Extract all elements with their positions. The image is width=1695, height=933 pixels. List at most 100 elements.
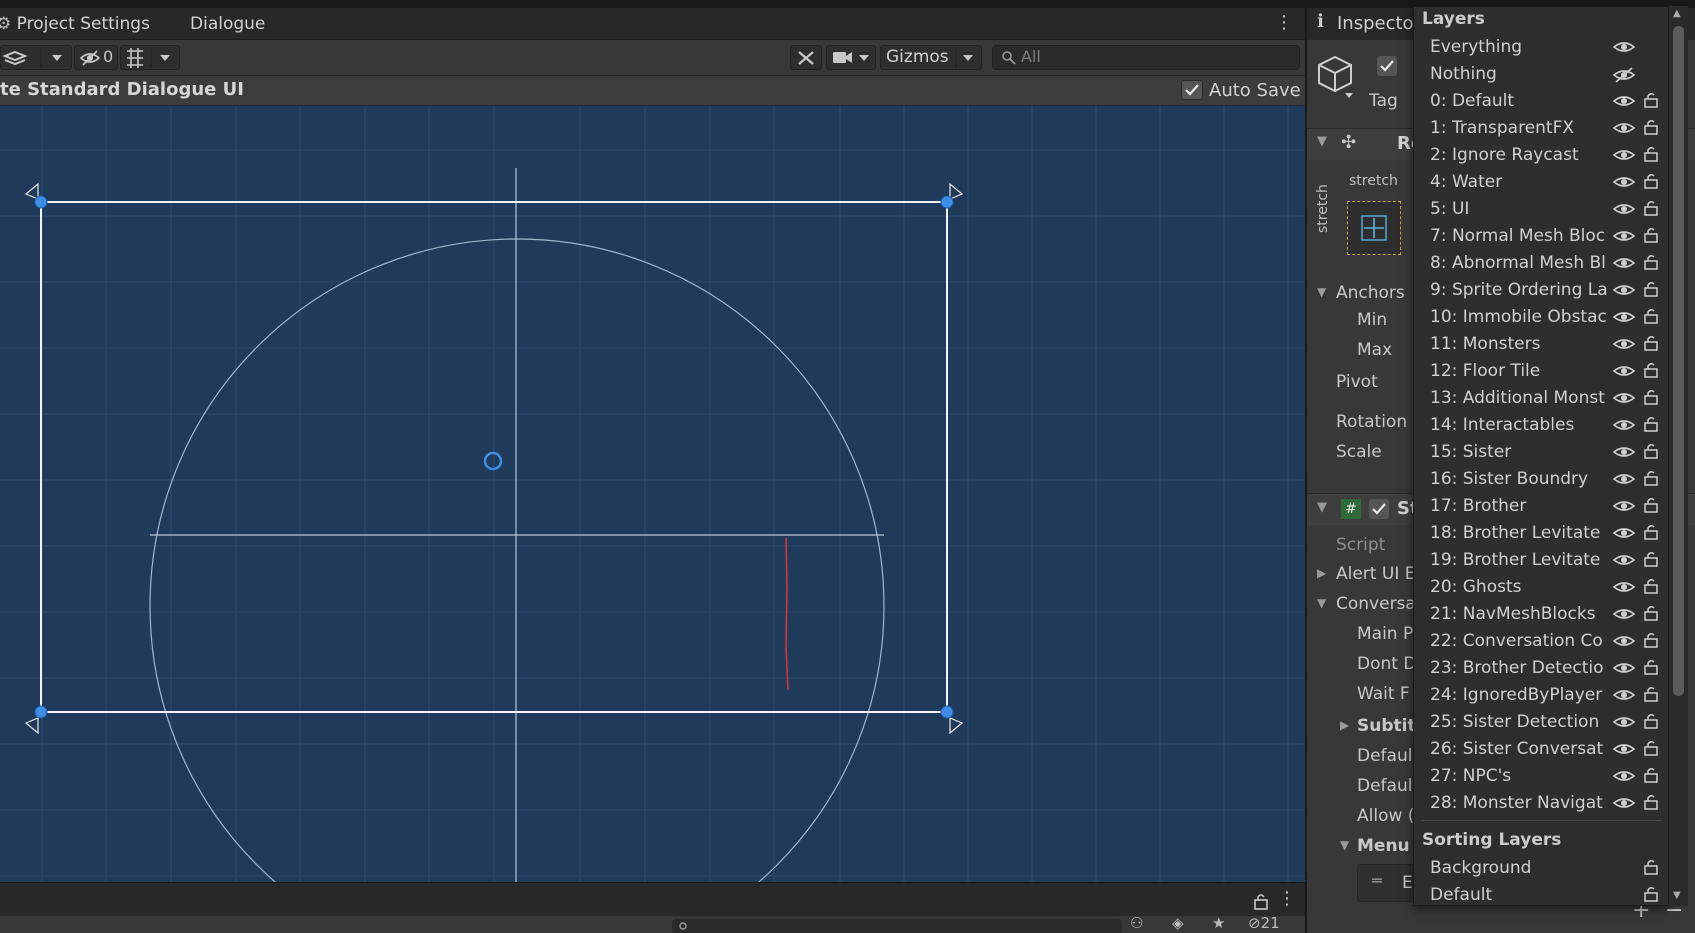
layer-item[interactable]: 23: Brother Detectio [1416, 655, 1664, 682]
layer-item[interactable]: 24: IgnoredByPlayer [1416, 682, 1664, 709]
eye-icon[interactable] [1613, 40, 1635, 54]
lock-icon[interactable] [1644, 281, 1658, 297]
lock-icon[interactable] [1644, 497, 1658, 513]
scene-search-input[interactable]: All [992, 45, 1300, 70]
hierarchy-filter-icon[interactable]: ⚇ [1130, 914, 1143, 932]
tab-project-settings[interactable]: ⚙ Project Settings [0, 8, 150, 40]
eye-icon[interactable] [1613, 418, 1635, 432]
hidden-objects-toggle[interactable]: 0 [74, 45, 118, 70]
layer-item[interactable]: 16: Sister Boundry [1416, 466, 1664, 493]
layer-item[interactable]: 27: NPC's [1416, 763, 1664, 790]
project-search-input[interactable] [672, 919, 1122, 933]
eye-icon[interactable] [1613, 229, 1635, 243]
camera-dropdown[interactable] [826, 45, 876, 70]
lock-icon[interactable] [1644, 92, 1658, 108]
eye-icon[interactable] [1613, 499, 1635, 513]
dropdown-scrollbar[interactable]: ▲ ▼ [1668, 6, 1688, 906]
lock-icon[interactable] [1644, 524, 1658, 540]
eye-icon[interactable] [1613, 364, 1635, 378]
tab-inspector[interactable]: Inspecto [1337, 13, 1414, 34]
layer-item[interactable]: 11: Monsters [1416, 331, 1664, 358]
eye-icon[interactable] [1613, 553, 1635, 567]
layer-item[interactable]: 8: Abnormal Mesh Bl [1416, 250, 1664, 277]
layer-item[interactable]: 0: Default [1416, 88, 1664, 115]
lock-icon[interactable] [1644, 362, 1658, 378]
eye-icon[interactable] [1613, 580, 1635, 594]
scrollbar-thumb[interactable] [1673, 26, 1684, 696]
layer-item[interactable]: 26: Sister Conversat [1416, 736, 1664, 763]
lock-icon[interactable] [1644, 767, 1658, 783]
lock-icon[interactable] [1644, 308, 1658, 324]
layer-item[interactable]: 25: Sister Detection [1416, 709, 1664, 736]
lock-icon[interactable] [1644, 173, 1658, 189]
eye-icon[interactable] [1613, 742, 1635, 756]
gizmos-dropdown[interactable]: Gizmos [880, 45, 982, 70]
lock-icon[interactable] [1644, 443, 1658, 459]
eye-icon[interactable] [1613, 526, 1635, 540]
lock-icon[interactable] [1644, 146, 1658, 162]
eye-icon[interactable] [1613, 634, 1635, 648]
lock-icon[interactable] [1644, 200, 1658, 216]
layer-item[interactable]: 14: Interactables [1416, 412, 1664, 439]
layer-item[interactable]: 1: TransparentFX [1416, 115, 1664, 142]
lock-icon[interactable] [1644, 389, 1658, 405]
sorting-layer-item[interactable]: Default [1416, 882, 1664, 905]
draw-mode-dropdown[interactable] [0, 45, 72, 70]
lock-icon[interactable] [1644, 578, 1658, 594]
layers-dropdown-menu[interactable]: Layers Everything Nothing 0: Default 1: … [1413, 6, 1669, 906]
layer-item[interactable]: 19: Brother Levitate [1416, 547, 1664, 574]
scroll-up-icon[interactable]: ▲ [1673, 8, 1681, 19]
layer-item[interactable]: 7: Normal Mesh Bloc [1416, 223, 1664, 250]
eye-icon[interactable] [1613, 688, 1635, 702]
auto-save-checkbox[interactable] [1181, 80, 1203, 100]
scroll-down-icon[interactable]: ▼ [1673, 890, 1681, 901]
anchor-presets-button[interactable] [1347, 201, 1401, 255]
active-checkbox[interactable] [1377, 56, 1397, 76]
lock-icon[interactable] [1644, 605, 1658, 621]
tab-menu-kebab-icon[interactable]: ⋮ [1275, 12, 1293, 33]
lock-icon[interactable] [1644, 416, 1658, 432]
lock-icon[interactable] [1644, 859, 1658, 875]
lock-icon[interactable] [1644, 740, 1658, 756]
lock-icon[interactable] [1644, 470, 1658, 486]
eye-icon[interactable] [1613, 310, 1635, 324]
eye-icon[interactable] [1613, 472, 1635, 486]
tab-dialogue[interactable]: Dialogue [190, 8, 265, 40]
lock-icon[interactable] [1644, 254, 1658, 270]
lock-icon[interactable] [1644, 632, 1658, 648]
layer-item[interactable]: 28: Monster Navigat [1416, 790, 1664, 817]
layer-item[interactable]: 21: NavMeshBlocks [1416, 601, 1664, 628]
script-enabled-checkbox[interactable] [1369, 499, 1389, 519]
layer-item[interactable]: 4: Water [1416, 169, 1664, 196]
eye-icon[interactable] [1613, 715, 1635, 729]
label-tag-icon[interactable]: ◈ [1172, 914, 1184, 932]
eye-icon[interactable] [1613, 661, 1635, 675]
eye-icon[interactable] [1613, 283, 1635, 297]
eye-icon[interactable] [1613, 445, 1635, 459]
lock-icon[interactable] [1644, 794, 1658, 810]
eye-icon[interactable] [1613, 94, 1635, 108]
layer-item[interactable]: 18: Brother Levitate [1416, 520, 1664, 547]
layer-item[interactable]: 2: Ignore Raycast [1416, 142, 1664, 169]
layer-item[interactable]: Everything [1416, 34, 1664, 61]
layer-item[interactable]: 13: Additional Monst [1416, 385, 1664, 412]
lock-icon[interactable] [1644, 227, 1658, 243]
eye-icon[interactable] [1613, 796, 1635, 810]
layer-item[interactable]: 12: Floor Tile [1416, 358, 1664, 385]
pivot-handle[interactable] [483, 451, 503, 471]
lock-icon[interactable] [1644, 686, 1658, 702]
lock-icon[interactable] [1644, 335, 1658, 351]
sorting-layer-item[interactable]: Background [1416, 855, 1664, 882]
eye-icon[interactable] [1613, 769, 1635, 783]
lock-icon[interactable] [1644, 119, 1658, 135]
eye-icon[interactable] [1613, 607, 1635, 621]
layer-item[interactable]: 5: UI [1416, 196, 1664, 223]
lock-icon[interactable] [1644, 551, 1658, 567]
layer-item[interactable]: 20: Ghosts [1416, 574, 1664, 601]
lock-icon[interactable] [1252, 892, 1270, 910]
eye-icon[interactable] [1613, 256, 1635, 270]
grid-snapping-dropdown[interactable] [120, 45, 180, 70]
eye-slash-icon[interactable] [1613, 67, 1635, 83]
footer-kebab-icon[interactable]: ⋮ [1278, 888, 1296, 909]
layer-item[interactable]: 9: Sprite Ordering La [1416, 277, 1664, 304]
